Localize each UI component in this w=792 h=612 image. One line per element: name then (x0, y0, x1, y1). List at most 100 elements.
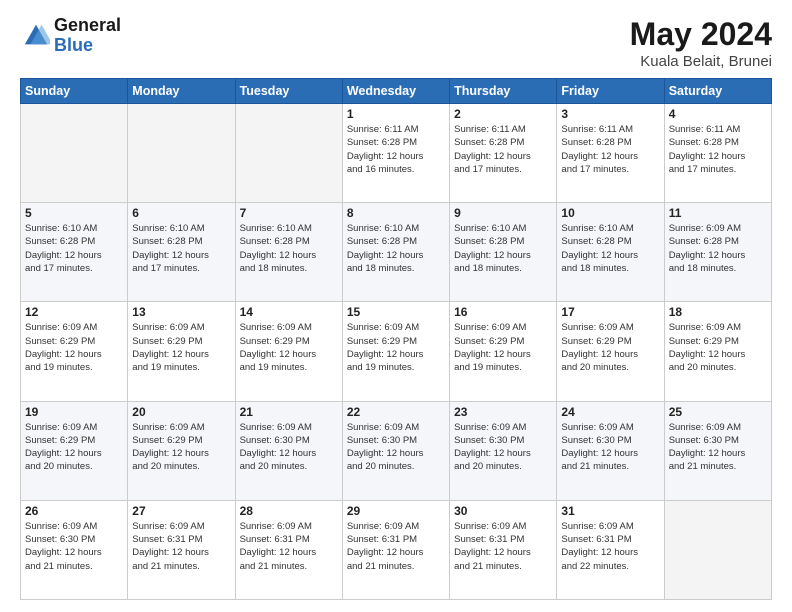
day-number-16: 16 (454, 305, 552, 319)
calendar-header: SundayMondayTuesdayWednesdayThursdayFrid… (21, 79, 772, 104)
logo-icon (22, 22, 50, 50)
calendar-cell-w3-d6: 17 Sunrise: 6:09 AM Sunset: 6:29 PM Dayli… (557, 302, 664, 401)
calendar-cell-w3-d4: 15Sunrise: 6:09 AM Sunset: 6:29 PM Dayli… (342, 302, 449, 401)
header: General Blue May 2024 Kuala Belait, Brun… (20, 16, 772, 70)
header-day-wednesday: Wednesday (342, 79, 449, 104)
day-info-12: Sunrise: 6:09 AM Sunset: 6:29 PM Dayligh… (25, 321, 123, 374)
calendar-cell-w4-d1: 19 Sunrise: 6:09 AM Sunset: 6:29 PM Dayli… (21, 401, 128, 500)
day-number-17: 17 (561, 305, 659, 319)
day-number-9: 9 (454, 206, 552, 220)
week-row-1: 1Sunrise: 6:11 AM Sunset: 6:28 PM Daylig… (21, 104, 772, 203)
week-row-5: 26 Sunrise: 6:09 AM Sunset: 6:30 PM Dayli… (21, 500, 772, 599)
week-row-3: 12 Sunrise: 6:09 AM Sunset: 6:29 PM Dayli… (21, 302, 772, 401)
day-number-10: 10 (561, 206, 659, 220)
day-number-30: 30 (454, 504, 552, 518)
day-info-5: Sunrise: 6:10 AM Sunset: 6:28 PM Dayligh… (25, 222, 123, 275)
calendar-cell-w1-d2 (128, 104, 235, 203)
day-number-19: 19 (25, 405, 123, 419)
day-info-19: Sunrise: 6:09 AM Sunset: 6:29 PM Dayligh… (25, 421, 123, 474)
calendar-cell-w2-d1: 5 Sunrise: 6:10 AM Sunset: 6:28 PM Daylig… (21, 203, 128, 302)
calendar-cell-w3-d5: 16 Sunrise: 6:09 AM Sunset: 6:29 PM Dayli… (450, 302, 557, 401)
day-info-24: Sunrise: 6:09 AM Sunset: 6:30 PM Dayligh… (561, 421, 659, 474)
day-number-12: 12 (25, 305, 123, 319)
calendar-cell-w4-d5: 23Sunrise: 6:09 AM Sunset: 6:30 PM Dayli… (450, 401, 557, 500)
day-number-24: 24 (561, 405, 659, 419)
day-info-21: Sunrise: 6:09 AM Sunset: 6:30 PM Dayligh… (240, 421, 338, 474)
day-number-23: 23 (454, 405, 552, 419)
calendar-cell-w3-d7: 18Sunrise: 6:09 AM Sunset: 6:29 PM Dayli… (664, 302, 771, 401)
logo-text: General Blue (54, 16, 121, 56)
calendar-cell-w5-d7 (664, 500, 771, 599)
calendar-cell-w2-d6: 10 Sunrise: 6:10 AM Sunset: 6:28 PM Dayli… (557, 203, 664, 302)
calendar-cell-w4-d6: 24 Sunrise: 6:09 AM Sunset: 6:30 PM Dayli… (557, 401, 664, 500)
day-number-13: 13 (132, 305, 230, 319)
day-number-21: 21 (240, 405, 338, 419)
calendar-cell-w1-d7: 4Sunrise: 6:11 AM Sunset: 6:28 PM Daylig… (664, 104, 771, 203)
day-info-25: Sunrise: 6:09 AM Sunset: 6:30 PM Dayligh… (669, 421, 767, 474)
logo-blue-text: Blue (54, 36, 121, 56)
day-info-16: Sunrise: 6:09 AM Sunset: 6:29 PM Dayligh… (454, 321, 552, 374)
day-info-3: Sunrise: 6:11 AM Sunset: 6:28 PM Dayligh… (561, 123, 659, 176)
header-day-friday: Friday (557, 79, 664, 104)
day-info-6: Sunrise: 6:10 AM Sunset: 6:28 PM Dayligh… (132, 222, 230, 275)
day-number-14: 14 (240, 305, 338, 319)
day-number-26: 26 (25, 504, 123, 518)
calendar-cell-w2-d2: 6 Sunrise: 6:10 AM Sunset: 6:28 PM Daylig… (128, 203, 235, 302)
day-info-27: Sunrise: 6:09 AM Sunset: 6:31 PM Dayligh… (132, 520, 230, 573)
day-info-1: Sunrise: 6:11 AM Sunset: 6:28 PM Dayligh… (347, 123, 445, 176)
day-info-22: Sunrise: 6:09 AM Sunset: 6:30 PM Dayligh… (347, 421, 445, 474)
day-info-28: Sunrise: 6:09 AM Sunset: 6:31 PM Dayligh… (240, 520, 338, 573)
day-number-31: 31 (561, 504, 659, 518)
calendar-body: 1Sunrise: 6:11 AM Sunset: 6:28 PM Daylig… (21, 104, 772, 600)
day-info-7: Sunrise: 6:10 AM Sunset: 6:28 PM Dayligh… (240, 222, 338, 275)
calendar-cell-w4-d2: 20 Sunrise: 6:09 AM Sunset: 6:29 PM Dayli… (128, 401, 235, 500)
day-info-13: Sunrise: 6:09 AM Sunset: 6:29 PM Dayligh… (132, 321, 230, 374)
calendar-cell-w2-d3: 7Sunrise: 6:10 AM Sunset: 6:28 PM Daylig… (235, 203, 342, 302)
day-info-20: Sunrise: 6:09 AM Sunset: 6:29 PM Dayligh… (132, 421, 230, 474)
day-info-30: Sunrise: 6:09 AM Sunset: 6:31 PM Dayligh… (454, 520, 552, 573)
month-year-title: May 2024 (630, 16, 772, 53)
calendar-table: SundayMondayTuesdayWednesdayThursdayFrid… (20, 78, 772, 600)
day-info-17: Sunrise: 6:09 AM Sunset: 6:29 PM Dayligh… (561, 321, 659, 374)
day-number-29: 29 (347, 504, 445, 518)
calendar-cell-w5-d5: 30 Sunrise: 6:09 AM Sunset: 6:31 PM Dayli… (450, 500, 557, 599)
day-info-8: Sunrise: 6:10 AM Sunset: 6:28 PM Dayligh… (347, 222, 445, 275)
day-number-22: 22 (347, 405, 445, 419)
header-day-sunday: Sunday (21, 79, 128, 104)
day-number-18: 18 (669, 305, 767, 319)
calendar-cell-w2-d4: 8 Sunrise: 6:10 AM Sunset: 6:28 PM Daylig… (342, 203, 449, 302)
calendar-cell-w1-d4: 1Sunrise: 6:11 AM Sunset: 6:28 PM Daylig… (342, 104, 449, 203)
calendar-cell-w5-d2: 27Sunrise: 6:09 AM Sunset: 6:31 PM Dayli… (128, 500, 235, 599)
day-number-28: 28 (240, 504, 338, 518)
day-number-20: 20 (132, 405, 230, 419)
day-info-2: Sunrise: 6:11 AM Sunset: 6:28 PM Dayligh… (454, 123, 552, 176)
calendar-cell-w4-d4: 22 Sunrise: 6:09 AM Sunset: 6:30 PM Dayli… (342, 401, 449, 500)
logo: General Blue (20, 16, 121, 56)
day-number-25: 25 (669, 405, 767, 419)
logo-general-text: General (54, 16, 121, 36)
day-info-4: Sunrise: 6:11 AM Sunset: 6:28 PM Dayligh… (669, 123, 767, 176)
calendar-cell-w3-d2: 13 Sunrise: 6:09 AM Sunset: 6:29 PM Dayli… (128, 302, 235, 401)
calendar-cell-w5-d3: 28 Sunrise: 6:09 AM Sunset: 6:31 PM Dayli… (235, 500, 342, 599)
week-row-2: 5 Sunrise: 6:10 AM Sunset: 6:28 PM Daylig… (21, 203, 772, 302)
calendar-cell-w4-d7: 25 Sunrise: 6:09 AM Sunset: 6:30 PM Dayli… (664, 401, 771, 500)
title-block: May 2024 Kuala Belait, Brunei (630, 16, 772, 70)
days-of-week-row: SundayMondayTuesdayWednesdayThursdayFrid… (21, 79, 772, 104)
calendar-cell-w1-d3 (235, 104, 342, 203)
header-day-thursday: Thursday (450, 79, 557, 104)
day-info-26: Sunrise: 6:09 AM Sunset: 6:30 PM Dayligh… (25, 520, 123, 573)
day-info-10: Sunrise: 6:10 AM Sunset: 6:28 PM Dayligh… (561, 222, 659, 275)
page: General Blue May 2024 Kuala Belait, Brun… (0, 0, 792, 612)
day-number-8: 8 (347, 206, 445, 220)
day-number-3: 3 (561, 107, 659, 121)
calendar-cell-w1-d6: 3 Sunrise: 6:11 AM Sunset: 6:28 PM Daylig… (557, 104, 664, 203)
day-number-6: 6 (132, 206, 230, 220)
calendar-cell-w2-d5: 9Sunrise: 6:10 AM Sunset: 6:28 PM Daylig… (450, 203, 557, 302)
day-number-5: 5 (25, 206, 123, 220)
day-info-15: Sunrise: 6:09 AM Sunset: 6:29 PM Dayligh… (347, 321, 445, 374)
location-text: Kuala Belait, Brunei (630, 53, 772, 70)
header-day-tuesday: Tuesday (235, 79, 342, 104)
day-info-11: Sunrise: 6:09 AM Sunset: 6:28 PM Dayligh… (669, 222, 767, 275)
header-day-saturday: Saturday (664, 79, 771, 104)
day-number-11: 11 (669, 206, 767, 220)
